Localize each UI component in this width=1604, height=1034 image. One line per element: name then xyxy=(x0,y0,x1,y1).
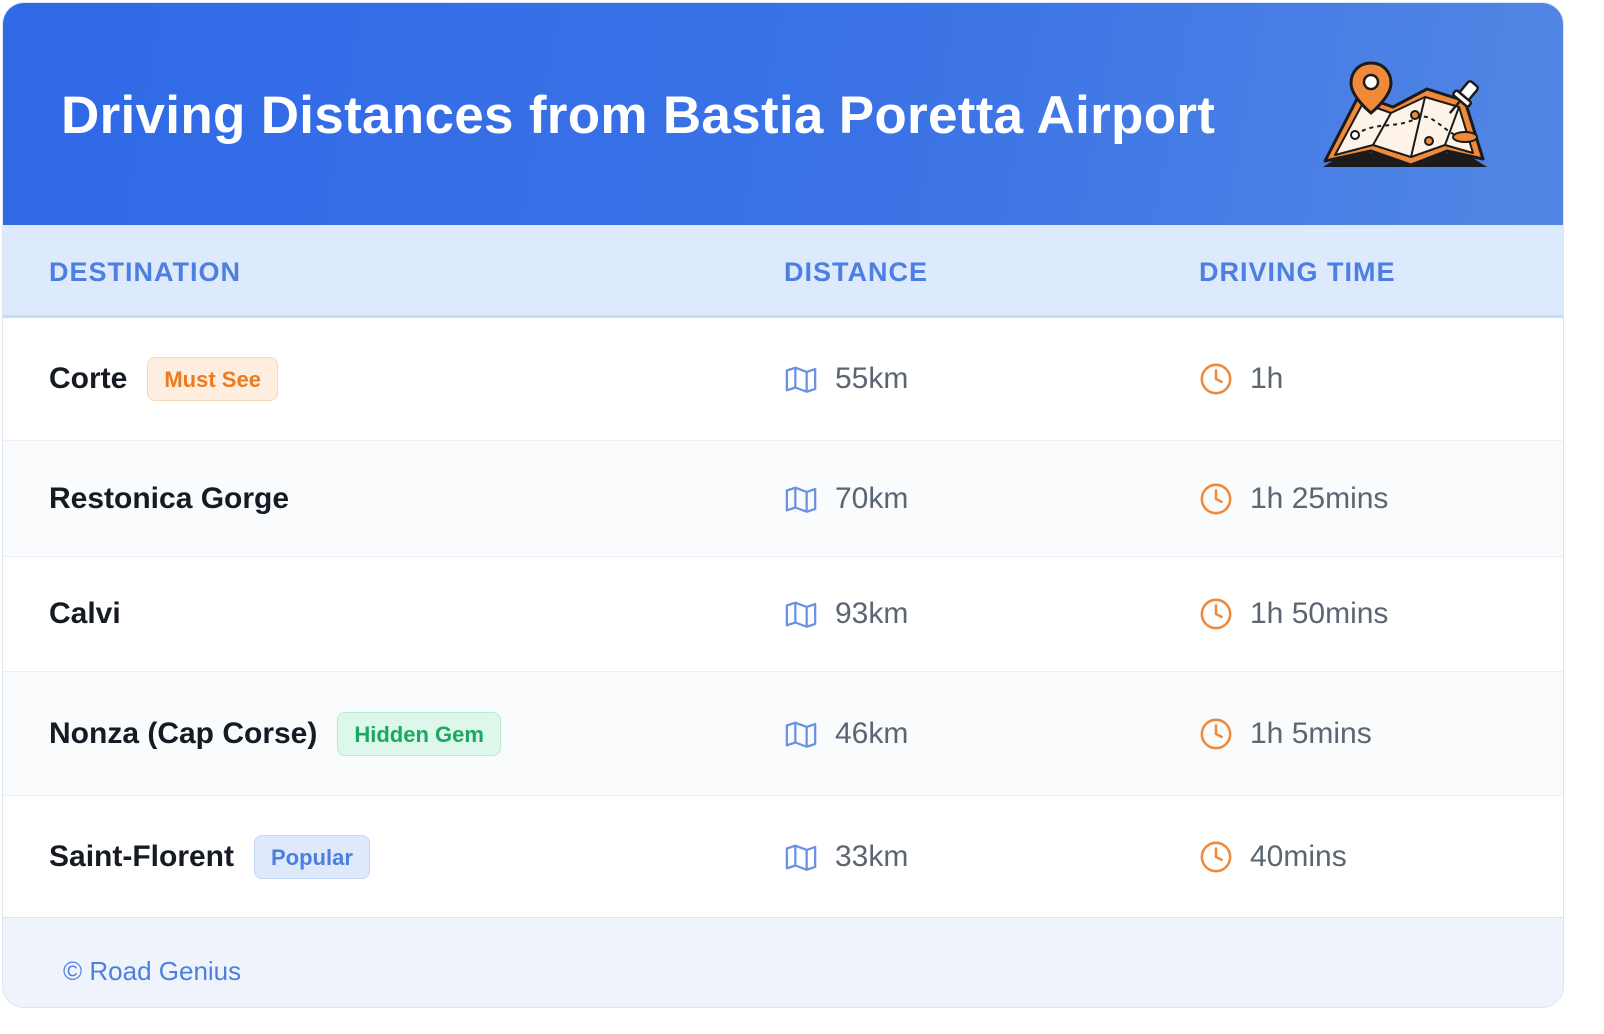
column-header-destination: DESTINATION xyxy=(49,257,241,287)
map-icon xyxy=(785,721,817,748)
clock-icon xyxy=(1200,718,1232,749)
clock-icon xyxy=(1200,363,1232,395)
clock-icon xyxy=(1200,841,1232,872)
map-icon xyxy=(785,844,817,871)
driving-time-value: 1h 5mins xyxy=(1250,716,1372,750)
driving-time-value: 1h 50mins xyxy=(1250,597,1389,630)
table-row: Corte Must See 55km 1h xyxy=(3,318,1563,441)
map-icon xyxy=(785,366,817,393)
destination-name: Calvi xyxy=(49,597,121,630)
table-row: Nonza (Cap Corse) Hidden Gem 46km 1h 5mi… xyxy=(3,672,1563,796)
distance-value: 46km xyxy=(835,716,909,750)
column-header-distance: DISTANCE xyxy=(784,257,929,287)
driving-time-value: 1h xyxy=(1250,362,1284,395)
destination-name: Nonza (Cap Corse) xyxy=(49,716,318,750)
must-see-badge: Must See xyxy=(147,357,278,401)
copyright-text: © Road Genius xyxy=(63,956,242,986)
table-row: Saint-Florent Popular 33km 40mins xyxy=(3,796,1563,917)
clock-icon xyxy=(1200,483,1232,514)
distance-value: 93km xyxy=(835,597,909,630)
page-title: Driving Distances from Bastia Poretta Ai… xyxy=(61,86,1216,145)
map-icon xyxy=(785,601,817,628)
popular-badge: Popular xyxy=(254,834,370,879)
distance-value: 55km xyxy=(835,362,909,395)
table-header: DESTINATION DISTANCE DRIVING TIME xyxy=(3,225,1563,318)
column-header-driving-time: DRIVING TIME xyxy=(1199,257,1396,287)
table-row: Restonica Gorge 70km 1h 25mins xyxy=(3,441,1563,557)
destination-name: Corte xyxy=(49,362,128,395)
driving-time-value: 1h 25mins xyxy=(1250,481,1389,515)
distance-value: 33km xyxy=(835,839,909,873)
map-icon xyxy=(785,486,817,513)
distance-value: 70km xyxy=(835,481,909,515)
card-footer: © Road Genius xyxy=(3,917,1563,1007)
table-row: Calvi 93km 1h 50mins xyxy=(3,557,1563,672)
driving-time-value: 40mins xyxy=(1250,839,1347,873)
card-header: Driving Distances from Bastia Poretta Ai… xyxy=(3,3,1563,225)
destination-name: Restonica Gorge xyxy=(49,481,290,515)
distance-table-card: Driving Distances from Bastia Poretta Ai… xyxy=(2,2,1564,1008)
hidden-gem-badge: Hidden Gem xyxy=(337,711,501,756)
destination-name: Saint-Florent xyxy=(49,839,234,873)
map-pin-illustration-icon xyxy=(1323,61,1487,167)
clock-icon xyxy=(1200,598,1232,630)
